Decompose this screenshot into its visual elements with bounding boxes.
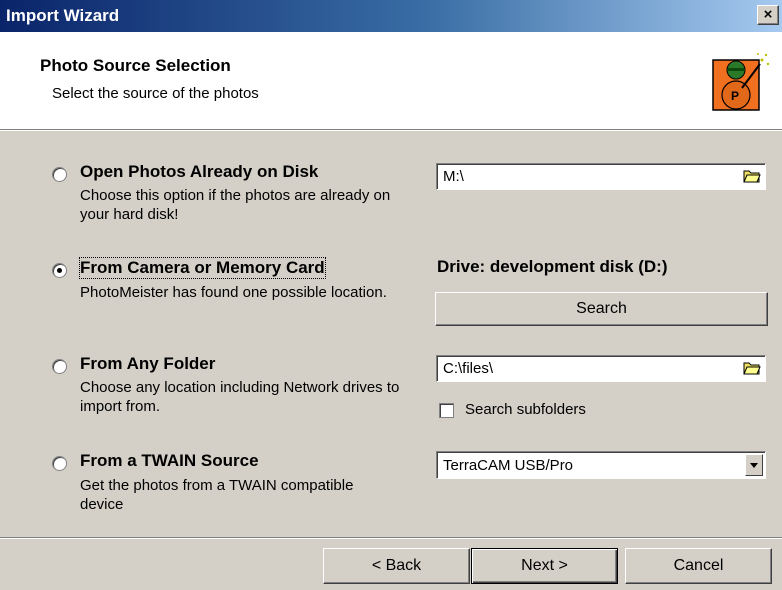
close-icon: × bbox=[763, 6, 773, 23]
radio-open-disk[interactable] bbox=[52, 167, 67, 182]
wizard-mascot-icon: P bbox=[712, 53, 770, 111]
disk-path-value: M:\ bbox=[443, 168, 464, 185]
back-label-prefix: < bbox=[371, 557, 386, 574]
header-divider bbox=[0, 130, 782, 131]
header-subtitle: Select the source of the photos bbox=[52, 85, 259, 102]
folder-open-icon[interactable] bbox=[743, 168, 761, 184]
folder-open-icon[interactable] bbox=[743, 360, 761, 376]
next-button[interactable]: Next > bbox=[471, 548, 618, 584]
header-title: Photo Source Selection bbox=[40, 56, 231, 75]
back-label: Back bbox=[385, 557, 422, 574]
next-label-suffix: > bbox=[554, 557, 568, 574]
radio-camera-card[interactable] bbox=[52, 263, 67, 278]
chevron-down-icon[interactable] bbox=[745, 454, 763, 476]
option-desc-open-disk: Choose this option if the photos are alr… bbox=[80, 187, 391, 223]
option-title-open-disk[interactable]: Open Photos Already on Disk bbox=[80, 162, 318, 182]
search-subfolders-checkbox[interactable] bbox=[439, 403, 454, 418]
wizard-header: Photo Source Selection Select the source… bbox=[0, 32, 782, 130]
next-label: Next bbox=[521, 557, 555, 574]
search-subfolders-label[interactable]: Search subfolders bbox=[465, 401, 586, 418]
option-title-camera-card[interactable]: From Camera or Memory Card bbox=[79, 257, 326, 279]
cancel-label: Cancel bbox=[673, 557, 724, 574]
radio-any-folder[interactable] bbox=[52, 359, 67, 374]
drive-label: Drive: development disk (D:) bbox=[437, 257, 668, 276]
folder-path-input[interactable]: C:\files\ bbox=[436, 355, 766, 382]
search-button[interactable]: Search bbox=[435, 292, 768, 326]
radio-twain[interactable] bbox=[52, 456, 67, 471]
twain-source-value: TerraCAM USB/Pro bbox=[443, 457, 574, 474]
option-desc-twain: Get the photos from a TWAIN compatible d… bbox=[80, 477, 354, 513]
close-button[interactable]: × bbox=[757, 5, 779, 25]
search-button-label: Search bbox=[576, 300, 627, 317]
svg-text:P: P bbox=[731, 89, 739, 103]
footer-divider-highlight bbox=[0, 538, 782, 539]
option-title-twain[interactable]: From a TWAIN Source bbox=[80, 451, 259, 471]
option-title-any-folder[interactable]: From Any Folder bbox=[80, 354, 215, 374]
option-desc-camera-card: PhotoMeister has found one possible loca… bbox=[80, 284, 387, 301]
folder-path-value: C:\files\ bbox=[443, 360, 494, 377]
disk-path-input[interactable]: M:\ bbox=[436, 163, 766, 190]
title-bar: Import Wizard × bbox=[0, 0, 782, 32]
back-button[interactable]: < Back bbox=[323, 548, 470, 584]
cancel-button[interactable]: Cancel bbox=[625, 548, 772, 584]
twain-source-select[interactable]: TerraCAM USB/Pro bbox=[436, 451, 766, 479]
window-title: Import Wizard bbox=[6, 6, 120, 25]
option-desc-any-folder: Choose any location including Network dr… bbox=[80, 379, 400, 415]
